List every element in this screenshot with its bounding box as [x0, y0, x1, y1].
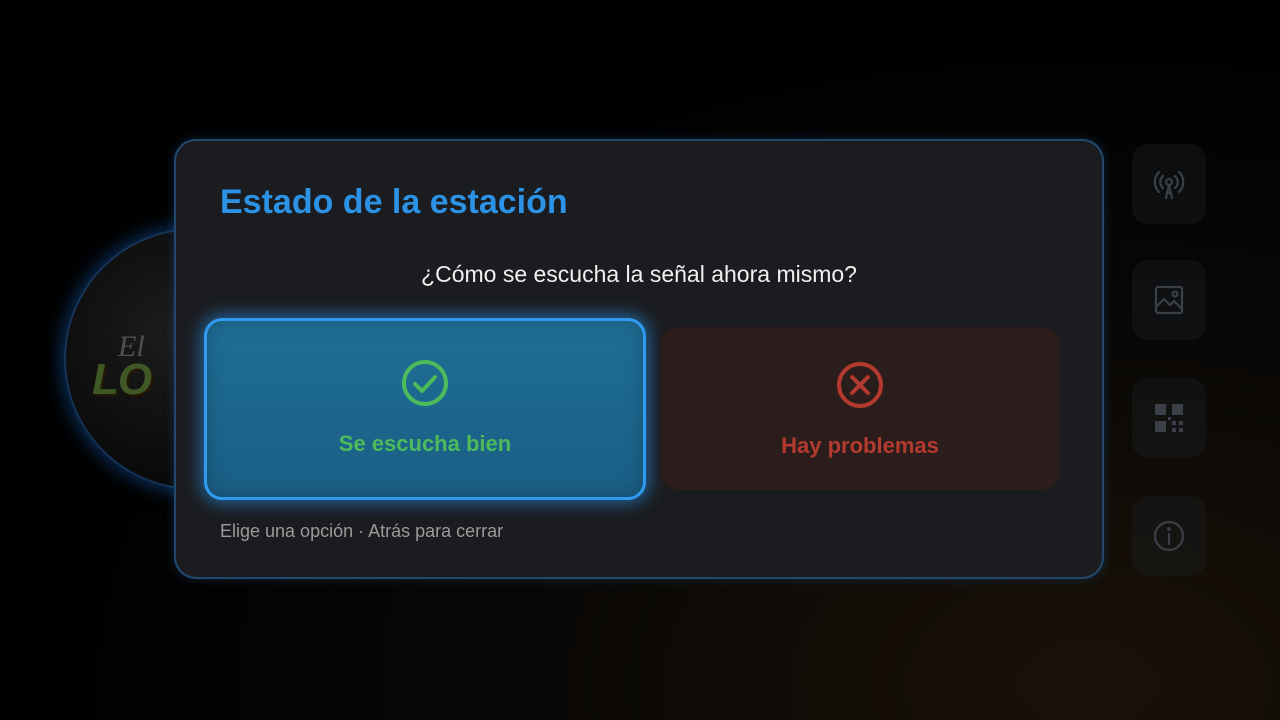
x-circle-icon: [837, 361, 883, 408]
station-logo-text: LO: [92, 355, 152, 404]
broadcast-icon: [1153, 170, 1185, 200]
info-icon: [1153, 520, 1185, 552]
check-circle-icon: [402, 360, 448, 406]
qr-code-button[interactable]: [1132, 378, 1206, 458]
dialog-question: ¿Cómo se escucha la señal ahora mismo?: [421, 261, 857, 287]
dialog-hint: Elige una opción · Atrás para cerrar: [220, 521, 504, 541]
broadcast-button[interactable]: [1132, 144, 1206, 224]
image-icon: [1154, 285, 1184, 315]
info-button[interactable]: [1132, 496, 1206, 576]
sounds-good-label: Se escucha bien: [338, 431, 512, 456]
sounds-good-button[interactable]: Se escucha bien: [204, 318, 646, 500]
qr-code-icon: [1155, 404, 1183, 432]
tv-screen: El LO Estado de la estación ¿Cómo se esc…: [0, 0, 1280, 720]
station-status-dialog: Estado de la estación ¿Cómo se escucha l…: [174, 139, 1104, 579]
side-rail: [1132, 140, 1210, 580]
has-problems-label: Hay problemas: [781, 432, 939, 458]
has-problems-button[interactable]: Hay problemas: [660, 327, 1060, 490]
image-button[interactable]: [1132, 260, 1206, 340]
dialog-title: Estado de la estación: [220, 183, 568, 221]
